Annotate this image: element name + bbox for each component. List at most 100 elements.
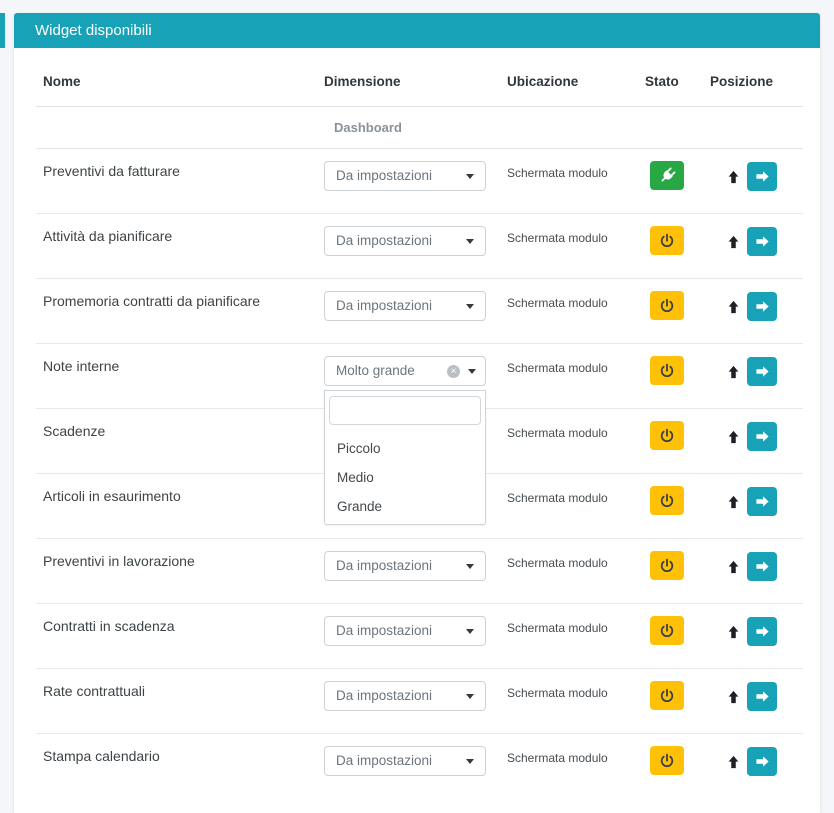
- dimension-select[interactable]: Da impostazioni: [324, 551, 486, 581]
- move-up-icon[interactable]: [726, 364, 741, 380]
- widget-location: Schermata modulo: [507, 166, 608, 180]
- power-icon: [659, 493, 675, 509]
- move-to-button[interactable]: [747, 747, 777, 776]
- toggle-state-button[interactable]: [650, 356, 684, 385]
- widgets-table: Nome Dimensione Ubicazione Stato Posizio…: [36, 48, 803, 799]
- move-up-icon[interactable]: [726, 559, 741, 575]
- dimension-select[interactable]: Molto grande ×: [324, 356, 486, 386]
- widget-location: Schermata modulo: [507, 426, 608, 440]
- clear-selection-icon[interactable]: ×: [447, 365, 460, 378]
- table-row: Preventivi in lavorazione Da impostazion…: [36, 539, 803, 604]
- power-icon: [659, 623, 675, 639]
- power-icon: [659, 363, 675, 379]
- dimension-select[interactable]: Da impostazioni: [324, 226, 486, 256]
- dimension-select-value: Da impostazioni: [325, 552, 485, 580]
- column-header-posizione: Posizione: [710, 48, 803, 107]
- dropdown-option[interactable]: Medio: [325, 463, 485, 492]
- widget-name: Preventivi da fatturare: [36, 149, 324, 214]
- move-to-button[interactable]: [747, 487, 777, 516]
- move-to-button[interactable]: [747, 682, 777, 711]
- column-header-dimensione: Dimensione: [324, 48, 507, 107]
- dimension-select-value: Da impostazioni: [325, 747, 485, 775]
- arrow-right-icon: [755, 234, 770, 249]
- table-row: Preventivi da fatturare Da impostazioni …: [36, 149, 803, 214]
- dialog-title: Widget disponibili: [14, 13, 820, 48]
- widget-location: Schermata modulo: [507, 491, 608, 505]
- widget-name: Preventivi in lavorazione: [36, 539, 324, 604]
- move-to-button[interactable]: [747, 227, 777, 256]
- chevron-down-icon: [466, 304, 474, 309]
- arrow-right-icon: [755, 364, 770, 379]
- move-to-button[interactable]: [747, 617, 777, 646]
- widget-name: Articoli in esaurimento: [36, 474, 324, 539]
- chevron-down-icon: [466, 629, 474, 634]
- widget-location: Schermata modulo: [507, 231, 608, 245]
- widget-location: Schermata modulo: [507, 296, 608, 310]
- toggle-state-button[interactable]: [650, 161, 684, 190]
- widget-location: Schermata modulo: [507, 361, 608, 375]
- chevron-down-icon: [466, 759, 474, 764]
- widget-name: Contratti in scadenza: [36, 604, 324, 669]
- table-row: Contratti in scadenza Da impostazioni Sc…: [36, 604, 803, 669]
- chevron-down-icon: [466, 564, 474, 569]
- column-header-stato: Stato: [645, 48, 710, 107]
- widget-name: Rate contrattuali: [36, 669, 324, 734]
- dimension-select-value: Da impostazioni: [325, 227, 485, 255]
- dimension-select[interactable]: Da impostazioni: [324, 681, 486, 711]
- chevron-down-icon: [466, 174, 474, 179]
- column-header-ubicazione: Ubicazione: [507, 48, 645, 107]
- dimension-select-value: Da impostazioni: [325, 682, 485, 710]
- move-up-icon[interactable]: [726, 624, 741, 640]
- power-icon: [659, 233, 675, 249]
- move-up-icon[interactable]: [726, 689, 741, 705]
- plug-icon: [659, 167, 676, 184]
- move-up-icon[interactable]: [726, 234, 741, 250]
- arrow-right-icon: [755, 429, 770, 444]
- widget-name: Attività da pianificare: [36, 214, 324, 279]
- move-to-button[interactable]: [747, 292, 777, 321]
- move-up-icon[interactable]: [726, 429, 741, 445]
- power-icon: [659, 558, 675, 574]
- widget-location: Schermata modulo: [507, 686, 608, 700]
- chevron-down-icon: [466, 239, 474, 244]
- toggle-state-button[interactable]: [650, 421, 684, 450]
- table-row: Note interne Molto grande × PiccoloMedio…: [36, 344, 803, 409]
- dimension-select[interactable]: Da impostazioni: [324, 616, 486, 646]
- dropdown-option[interactable]: Grande: [325, 492, 485, 521]
- chevron-down-icon: [468, 369, 476, 374]
- move-to-button[interactable]: [747, 552, 777, 581]
- power-icon: [659, 428, 675, 444]
- arrow-right-icon: [755, 494, 770, 509]
- toggle-state-button[interactable]: [650, 551, 684, 580]
- widget-name: Note interne: [36, 344, 324, 409]
- arrow-right-icon: [755, 169, 770, 184]
- widget-dialog: Widget disponibili Nome Dimensione Ubica…: [14, 13, 820, 813]
- section-label: Dashboard: [324, 120, 402, 135]
- toggle-state-button[interactable]: [650, 616, 684, 645]
- toggle-state-button[interactable]: [650, 226, 684, 255]
- column-header-nome: Nome: [36, 48, 324, 107]
- widget-name: Promemoria contratti da pianificare: [36, 279, 324, 344]
- dimension-dropdown-panel: PiccoloMedioGrande: [324, 390, 486, 525]
- power-icon: [659, 688, 675, 704]
- dimension-select[interactable]: Da impostazioni: [324, 161, 486, 191]
- dimension-select[interactable]: Da impostazioni: [324, 291, 486, 321]
- background-panel-edge: [0, 13, 5, 48]
- arrow-right-icon: [755, 559, 770, 574]
- toggle-state-button[interactable]: [650, 486, 684, 515]
- toggle-state-button[interactable]: [650, 746, 684, 775]
- move-up-icon[interactable]: [726, 169, 741, 185]
- dropdown-search-input[interactable]: [329, 396, 481, 425]
- move-up-icon[interactable]: [726, 299, 741, 315]
- dimension-select-value: Da impostazioni: [325, 292, 485, 320]
- move-to-button[interactable]: [747, 422, 777, 451]
- move-to-button[interactable]: [747, 357, 777, 386]
- move-up-icon[interactable]: [726, 494, 741, 510]
- toggle-state-button[interactable]: [650, 681, 684, 710]
- move-up-icon[interactable]: [726, 754, 741, 770]
- dimension-select[interactable]: Da impostazioni: [324, 746, 486, 776]
- move-to-button[interactable]: [747, 162, 777, 191]
- toggle-state-button[interactable]: [650, 291, 684, 320]
- dropdown-option[interactable]: Piccolo: [325, 434, 485, 463]
- chevron-down-icon: [466, 694, 474, 699]
